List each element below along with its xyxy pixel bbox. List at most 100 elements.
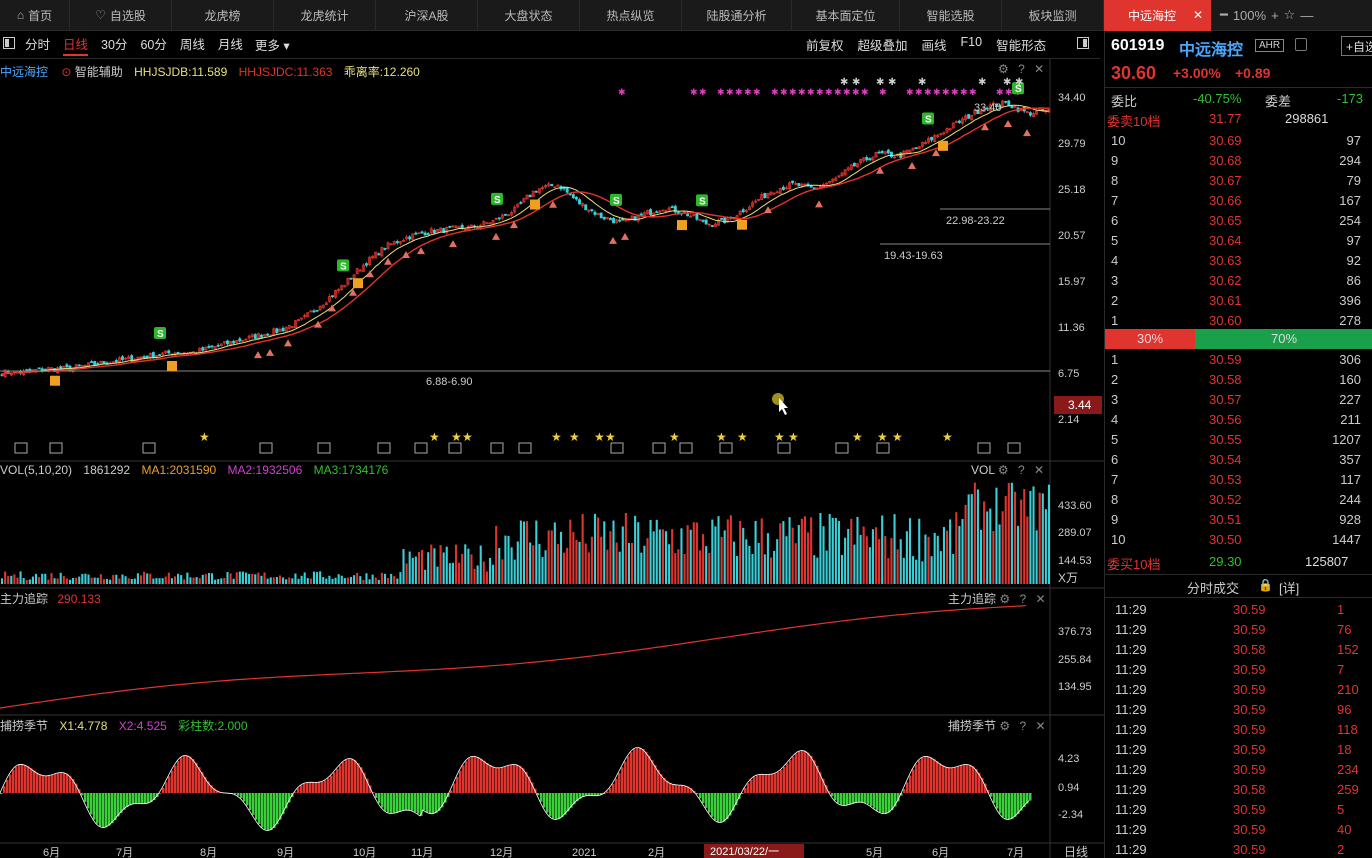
volume: 18	[1337, 742, 1352, 757]
nav-tab-label: 大盘状态	[504, 8, 553, 23]
add-watchlist-button[interactable]: +自选	[1341, 36, 1372, 56]
bid-row[interactable]: 7 30.53 117	[1105, 470, 1372, 490]
candle	[766, 193, 770, 200]
nav-tab-3[interactable]: 龙虎统计	[274, 0, 376, 31]
ahr-tag[interactable]: AHR	[1255, 39, 1285, 52]
star-marker-icon: ★	[669, 430, 680, 444]
vol-bar	[705, 546, 708, 584]
blj-pane-controls[interactable]: ⚙ ? ✕	[999, 719, 1048, 733]
lock-icon[interactable]: 🔒	[1258, 578, 1273, 592]
event-box-icon[interactable]	[317, 442, 331, 454]
vol-bar	[810, 517, 813, 584]
vol-bars	[1, 482, 1050, 584]
nav-tab-8[interactable]: 基本面定位	[792, 0, 900, 31]
ask-row[interactable]: 3 30.62 86	[1105, 271, 1372, 291]
nav-tab-5[interactable]: 大盘状态	[478, 0, 580, 31]
event-box-icon[interactable]	[610, 442, 624, 454]
vol-pane-controls[interactable]: ⚙ ? ✕	[998, 463, 1047, 477]
bid-row[interactable]: 3 30.57 227	[1105, 390, 1372, 410]
nav-tab-6[interactable]: 热点纵览	[580, 0, 682, 31]
nav-tab-1[interactable]: ♡ 自选股	[70, 0, 172, 31]
blj-bar	[726, 793, 729, 820]
star-icon[interactable]: ☆	[1284, 7, 1296, 23]
ask-row[interactable]: 7 30.66 167	[1105, 191, 1372, 211]
event-box-icon[interactable]	[977, 442, 991, 454]
vol-bar	[924, 534, 927, 584]
vol-bar	[921, 561, 924, 584]
nav-tab-7[interactable]: 陆股通分析	[682, 0, 792, 31]
blj-bar	[675, 784, 678, 793]
trades-detail-link[interactable]: [详]	[1279, 578, 1299, 597]
vol-bar	[519, 520, 522, 584]
vol-bar	[445, 546, 448, 584]
event-box-icon[interactable]	[14, 442, 28, 454]
blj-bar	[756, 775, 759, 793]
bid-row[interactable]: 6 30.54 357	[1105, 450, 1372, 470]
ask-row[interactable]: 5 30.64 97	[1105, 231, 1372, 251]
event-box-icon[interactable]	[835, 442, 849, 454]
candle	[689, 214, 693, 218]
bell-icon[interactable]	[1295, 38, 1307, 51]
month-label: 2021	[572, 847, 596, 858]
bid-row[interactable]: 10 30.50 1447	[1105, 530, 1372, 550]
nav-tab-9[interactable]: 智能选股	[900, 0, 1002, 31]
buy-signal-icon	[938, 140, 948, 151]
main-pane-controls[interactable]: ⚙ ? ✕	[998, 62, 1047, 76]
bid-row[interactable]: 9 30.51 928	[1105, 510, 1372, 530]
blj-bar	[792, 756, 795, 793]
zoom-in-icon[interactable]: +	[1271, 8, 1279, 23]
event-box-icon[interactable]	[414, 442, 428, 454]
event-box-icon[interactable]	[679, 442, 693, 454]
nav-tab-2[interactable]: 龙虎榜	[172, 0, 274, 31]
white-star-marker-icon: ✱	[918, 77, 926, 88]
event-box-icon[interactable]	[876, 442, 890, 454]
zlzz-pane-controls[interactable]: ⚙ ? ✕	[999, 592, 1048, 606]
nav-tab-4[interactable]: 沪深A股	[376, 0, 478, 31]
vol-bar	[167, 572, 170, 584]
event-box-icon[interactable]	[719, 442, 733, 454]
nav-tab-10[interactable]: 板块监测	[1002, 0, 1104, 31]
zoom-out-icon[interactable]: ━	[1220, 7, 1228, 23]
sell-signal-icon: S	[491, 192, 503, 206]
ask-row[interactable]: 1 30.60 278	[1105, 311, 1372, 331]
event-box-icon[interactable]	[1007, 442, 1021, 454]
minimize-icon[interactable]: —	[1300, 8, 1313, 23]
event-box-icon[interactable]	[142, 442, 156, 454]
vol-bar	[377, 579, 380, 584]
blj-bar	[99, 793, 102, 827]
bid-row[interactable]: 8 30.52 244	[1105, 490, 1372, 510]
event-box-icon[interactable]	[377, 442, 391, 454]
bid-row[interactable]: 4 30.56 211	[1105, 410, 1372, 430]
event-box-icon[interactable]	[652, 442, 666, 454]
event-box-icon[interactable]	[259, 442, 273, 454]
event-box-icon[interactable]	[518, 442, 532, 454]
nav-tab-0[interactable]: ⌂ 首页	[0, 0, 70, 31]
vol-bar	[501, 559, 504, 584]
blj-bar	[192, 759, 195, 793]
vol-bar	[856, 516, 859, 584]
close-icon[interactable]: ✕	[1193, 8, 1203, 22]
nav-tab-active[interactable]: 中远海控 ✕	[1104, 0, 1212, 31]
ask-row[interactable]: 8 30.67 79	[1105, 171, 1372, 191]
ask-row[interactable]: 6 30.65 254	[1105, 211, 1372, 231]
vol-bar	[16, 577, 19, 584]
svg-text:S: S	[699, 196, 706, 207]
event-box-icon[interactable]	[448, 442, 462, 454]
signal-dot: ✱	[690, 87, 698, 97]
assist-dropdown-icon[interactable]: ⊙	[61, 65, 71, 79]
ask-row[interactable]: 10 30.69 97	[1105, 131, 1372, 151]
ask-row[interactable]: 2 30.61 396	[1105, 291, 1372, 311]
ask-row[interactable]: 9 30.68 294	[1105, 151, 1372, 171]
vol-bar	[362, 579, 365, 584]
vol-bar	[1, 578, 4, 584]
bid-row[interactable]: 1 30.59 306	[1105, 350, 1372, 370]
vol-bar	[819, 513, 822, 584]
event-box-icon[interactable]	[777, 442, 791, 454]
bid-row[interactable]: 5 30.55 1207	[1105, 430, 1372, 450]
vol-bar	[368, 579, 371, 584]
bid-row[interactable]: 2 30.58 160	[1105, 370, 1372, 390]
event-box-icon[interactable]	[490, 442, 504, 454]
ask-row[interactable]: 4 30.63 92	[1105, 251, 1372, 271]
vol-bar	[207, 572, 210, 584]
event-box-icon[interactable]	[49, 442, 63, 454]
